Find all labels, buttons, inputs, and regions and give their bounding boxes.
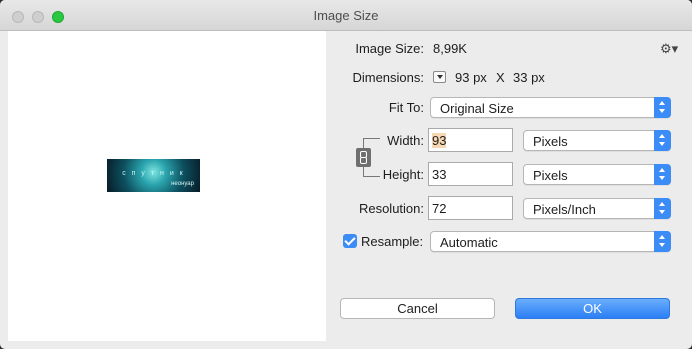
resample-select[interactable]: Automatic	[430, 231, 671, 252]
height-unit-selected: Pixels	[533, 168, 568, 183]
image-size-dialog: Image Size с п у т н и к неонуар Image S…	[0, 0, 692, 349]
width-label: Width:	[387, 133, 424, 148]
width-unit-selected: Pixels	[533, 134, 568, 149]
cancel-button[interactable]: Cancel	[340, 298, 495, 319]
resolution-input[interactable]: 72	[428, 196, 513, 220]
resample-label: Resample:	[361, 234, 424, 249]
thumbnail-text: с п у т н и к	[122, 170, 185, 177]
dimensions-height: 33 px	[513, 70, 545, 85]
height-label: Height:	[382, 167, 424, 182]
popup-arrows-icon	[654, 130, 671, 151]
fit-to-label: Fit To:	[388, 100, 424, 115]
image-size-label: Image Size:	[355, 41, 424, 56]
gear-icon[interactable]: ⚙▾	[660, 41, 678, 56]
resolution-value: 72	[432, 201, 447, 216]
popup-arrows-icon	[654, 231, 671, 252]
height-unit-select[interactable]: Pixels	[523, 164, 671, 185]
thumbnail-subtext: неонуар	[171, 181, 194, 187]
popup-arrows-icon	[654, 97, 671, 118]
popup-arrows-icon	[654, 198, 671, 219]
fit-to-select[interactable]: Original Size	[430, 97, 671, 118]
height-value: 33	[432, 167, 447, 182]
fit-to-selected: Original Size	[440, 101, 514, 116]
image-thumbnail[interactable]: с п у т н и к неонуар	[107, 159, 200, 192]
image-preview-pane: с п у т н и к неонуар	[8, 31, 326, 341]
dimensions-separator: X	[496, 70, 505, 85]
resample-checkbox[interactable]	[343, 234, 357, 248]
disclosure-triangle-icon[interactable]	[433, 71, 446, 83]
dimensions-label: Dimensions:	[352, 70, 424, 85]
image-size-value: 8,99K	[433, 41, 467, 56]
resample-selected: Automatic	[440, 235, 498, 250]
height-input[interactable]: 33	[428, 162, 513, 186]
link-icon[interactable]	[356, 148, 371, 167]
dimensions-width: 93 px	[455, 70, 487, 85]
width-value: 93	[432, 133, 447, 148]
popup-arrows-icon	[654, 164, 671, 185]
resolution-label: Resolution:	[358, 201, 424, 216]
window-title: Image Size	[313, 8, 379, 23]
width-input[interactable]: 93	[428, 128, 513, 152]
ok-button[interactable]: OK	[515, 298, 670, 319]
title-bar: Image Size	[0, 0, 692, 31]
resolution-unit-selected: Pixels/Inch	[533, 202, 596, 217]
resolution-unit-select[interactable]: Pixels/Inch	[523, 198, 671, 219]
width-unit-select[interactable]: Pixels	[523, 130, 671, 151]
